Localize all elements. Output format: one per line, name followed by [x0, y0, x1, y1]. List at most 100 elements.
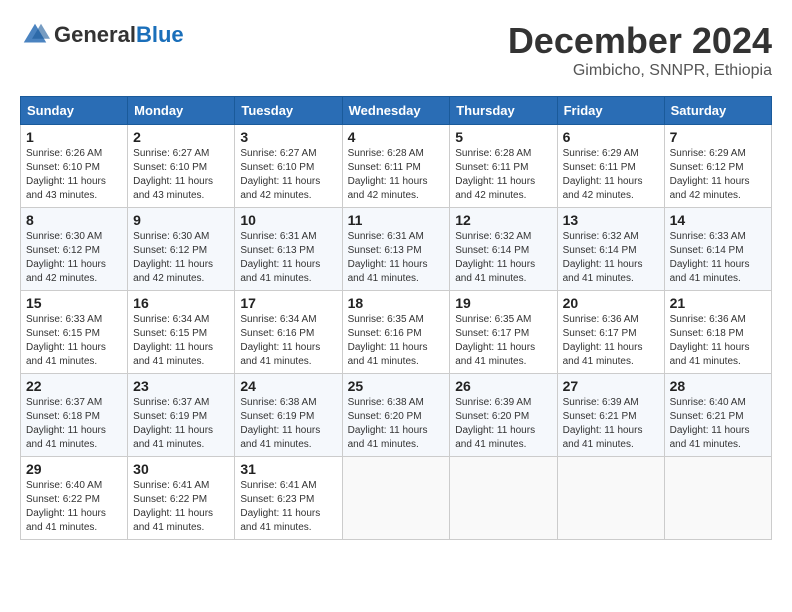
day-info: Sunrise: 6:41 AMSunset: 6:23 PMDaylight:… — [240, 480, 320, 533]
calendar-cell: 4 Sunrise: 6:28 AMSunset: 6:11 PMDayligh… — [342, 125, 450, 208]
day-info: Sunrise: 6:38 AMSunset: 6:19 PMDaylight:… — [240, 397, 320, 450]
calendar-cell — [664, 457, 771, 540]
header-saturday: Saturday — [664, 97, 771, 125]
day-number: 28 — [670, 378, 766, 394]
day-number: 1 — [26, 129, 122, 145]
day-number: 10 — [240, 212, 336, 228]
day-number: 31 — [240, 461, 336, 477]
calendar-cell: 31 Sunrise: 6:41 AMSunset: 6:23 PMDaylig… — [235, 457, 342, 540]
day-info: Sunrise: 6:40 AMSunset: 6:22 PMDaylight:… — [26, 480, 106, 533]
day-info: Sunrise: 6:38 AMSunset: 6:20 PMDaylight:… — [348, 397, 428, 450]
header-tuesday: Tuesday — [235, 97, 342, 125]
day-number: 13 — [563, 212, 659, 228]
calendar-cell: 17 Sunrise: 6:34 AMSunset: 6:16 PMDaylig… — [235, 291, 342, 374]
day-info: Sunrise: 6:31 AMSunset: 6:13 PMDaylight:… — [348, 231, 428, 284]
day-number: 11 — [348, 212, 445, 228]
day-info: Sunrise: 6:37 AMSunset: 6:19 PMDaylight:… — [133, 397, 213, 450]
day-number: 3 — [240, 129, 336, 145]
calendar-week-2: 8 Sunrise: 6:30 AMSunset: 6:12 PMDayligh… — [21, 208, 772, 291]
calendar-cell: 13 Sunrise: 6:32 AMSunset: 6:14 PMDaylig… — [557, 208, 664, 291]
day-info: Sunrise: 6:26 AMSunset: 6:10 PMDaylight:… — [26, 148, 106, 201]
day-info: Sunrise: 6:31 AMSunset: 6:13 PMDaylight:… — [240, 231, 320, 284]
day-number: 9 — [133, 212, 229, 228]
day-number: 19 — [455, 295, 551, 311]
calendar-cell — [450, 457, 557, 540]
day-number: 16 — [133, 295, 229, 311]
day-info: Sunrise: 6:32 AMSunset: 6:14 PMDaylight:… — [563, 231, 643, 284]
calendar-cell: 14 Sunrise: 6:33 AMSunset: 6:14 PMDaylig… — [664, 208, 771, 291]
calendar-cell: 18 Sunrise: 6:35 AMSunset: 6:16 PMDaylig… — [342, 291, 450, 374]
day-info: Sunrise: 6:27 AMSunset: 6:10 PMDaylight:… — [240, 148, 320, 201]
day-info: Sunrise: 6:39 AMSunset: 6:21 PMDaylight:… — [563, 397, 643, 450]
day-number: 17 — [240, 295, 336, 311]
logo-icon — [20, 20, 50, 50]
calendar-cell: 3 Sunrise: 6:27 AMSunset: 6:10 PMDayligh… — [235, 125, 342, 208]
page-header: GeneralBlue December 2024 Gimbicho, SNNP… — [20, 20, 772, 80]
day-number: 29 — [26, 461, 122, 477]
header-friday: Friday — [557, 97, 664, 125]
calendar-cell: 16 Sunrise: 6:34 AMSunset: 6:15 PMDaylig… — [128, 291, 235, 374]
calendar-cell: 21 Sunrise: 6:36 AMSunset: 6:18 PMDaylig… — [664, 291, 771, 374]
logo: GeneralBlue — [20, 20, 184, 50]
day-number: 24 — [240, 378, 336, 394]
header-thursday: Thursday — [450, 97, 557, 125]
calendar-cell: 7 Sunrise: 6:29 AMSunset: 6:12 PMDayligh… — [664, 125, 771, 208]
day-number: 15 — [26, 295, 122, 311]
day-info: Sunrise: 6:36 AMSunset: 6:18 PMDaylight:… — [670, 314, 750, 367]
day-number: 6 — [563, 129, 659, 145]
calendar-cell: 11 Sunrise: 6:31 AMSunset: 6:13 PMDaylig… — [342, 208, 450, 291]
calendar-cell: 19 Sunrise: 6:35 AMSunset: 6:17 PMDaylig… — [450, 291, 557, 374]
calendar-cell: 9 Sunrise: 6:30 AMSunset: 6:12 PMDayligh… — [128, 208, 235, 291]
day-number: 26 — [455, 378, 551, 394]
calendar-header-row: Sunday Monday Tuesday Wednesday Thursday… — [21, 97, 772, 125]
header-wednesday: Wednesday — [342, 97, 450, 125]
day-number: 27 — [563, 378, 659, 394]
day-number: 14 — [670, 212, 766, 228]
day-info: Sunrise: 6:27 AMSunset: 6:10 PMDaylight:… — [133, 148, 213, 201]
header-sunday: Sunday — [21, 97, 128, 125]
calendar-week-3: 15 Sunrise: 6:33 AMSunset: 6:15 PMDaylig… — [21, 291, 772, 374]
day-number: 4 — [348, 129, 445, 145]
calendar-week-5: 29 Sunrise: 6:40 AMSunset: 6:22 PMDaylig… — [21, 457, 772, 540]
calendar-cell: 29 Sunrise: 6:40 AMSunset: 6:22 PMDaylig… — [21, 457, 128, 540]
day-info: Sunrise: 6:36 AMSunset: 6:17 PMDaylight:… — [563, 314, 643, 367]
calendar-cell — [342, 457, 450, 540]
day-info: Sunrise: 6:28 AMSunset: 6:11 PMDaylight:… — [348, 148, 428, 201]
calendar-cell: 5 Sunrise: 6:28 AMSunset: 6:11 PMDayligh… — [450, 125, 557, 208]
day-info: Sunrise: 6:34 AMSunset: 6:16 PMDaylight:… — [240, 314, 320, 367]
calendar-cell: 23 Sunrise: 6:37 AMSunset: 6:19 PMDaylig… — [128, 374, 235, 457]
day-info: Sunrise: 6:33 AMSunset: 6:14 PMDaylight:… — [670, 231, 750, 284]
day-number: 2 — [133, 129, 229, 145]
day-number: 22 — [26, 378, 122, 394]
calendar-cell: 6 Sunrise: 6:29 AMSunset: 6:11 PMDayligh… — [557, 125, 664, 208]
calendar-cell: 10 Sunrise: 6:31 AMSunset: 6:13 PMDaylig… — [235, 208, 342, 291]
day-number: 21 — [670, 295, 766, 311]
day-number: 25 — [348, 378, 445, 394]
day-number: 5 — [455, 129, 551, 145]
day-number: 8 — [26, 212, 122, 228]
calendar-cell: 22 Sunrise: 6:37 AMSunset: 6:18 PMDaylig… — [21, 374, 128, 457]
day-info: Sunrise: 6:34 AMSunset: 6:15 PMDaylight:… — [133, 314, 213, 367]
day-info: Sunrise: 6:30 AMSunset: 6:12 PMDaylight:… — [26, 231, 106, 284]
calendar-week-4: 22 Sunrise: 6:37 AMSunset: 6:18 PMDaylig… — [21, 374, 772, 457]
day-info: Sunrise: 6:39 AMSunset: 6:20 PMDaylight:… — [455, 397, 535, 450]
day-info: Sunrise: 6:32 AMSunset: 6:14 PMDaylight:… — [455, 231, 535, 284]
day-info: Sunrise: 6:40 AMSunset: 6:21 PMDaylight:… — [670, 397, 750, 450]
calendar-cell: 27 Sunrise: 6:39 AMSunset: 6:21 PMDaylig… — [557, 374, 664, 457]
logo-general: General — [54, 22, 136, 47]
day-info: Sunrise: 6:33 AMSunset: 6:15 PMDaylight:… — [26, 314, 106, 367]
day-info: Sunrise: 6:41 AMSunset: 6:22 PMDaylight:… — [133, 480, 213, 533]
day-number: 12 — [455, 212, 551, 228]
day-info: Sunrise: 6:37 AMSunset: 6:18 PMDaylight:… — [26, 397, 106, 450]
month-title: December 2024 — [508, 20, 772, 62]
calendar-cell: 30 Sunrise: 6:41 AMSunset: 6:22 PMDaylig… — [128, 457, 235, 540]
day-number: 23 — [133, 378, 229, 394]
calendar-cell: 24 Sunrise: 6:38 AMSunset: 6:19 PMDaylig… — [235, 374, 342, 457]
calendar-cell: 25 Sunrise: 6:38 AMSunset: 6:20 PMDaylig… — [342, 374, 450, 457]
calendar-cell: 26 Sunrise: 6:39 AMSunset: 6:20 PMDaylig… — [450, 374, 557, 457]
day-info: Sunrise: 6:35 AMSunset: 6:17 PMDaylight:… — [455, 314, 535, 367]
calendar-cell: 20 Sunrise: 6:36 AMSunset: 6:17 PMDaylig… — [557, 291, 664, 374]
day-number: 30 — [133, 461, 229, 477]
calendar-table: Sunday Monday Tuesday Wednesday Thursday… — [20, 96, 772, 540]
calendar-cell: 15 Sunrise: 6:33 AMSunset: 6:15 PMDaylig… — [21, 291, 128, 374]
